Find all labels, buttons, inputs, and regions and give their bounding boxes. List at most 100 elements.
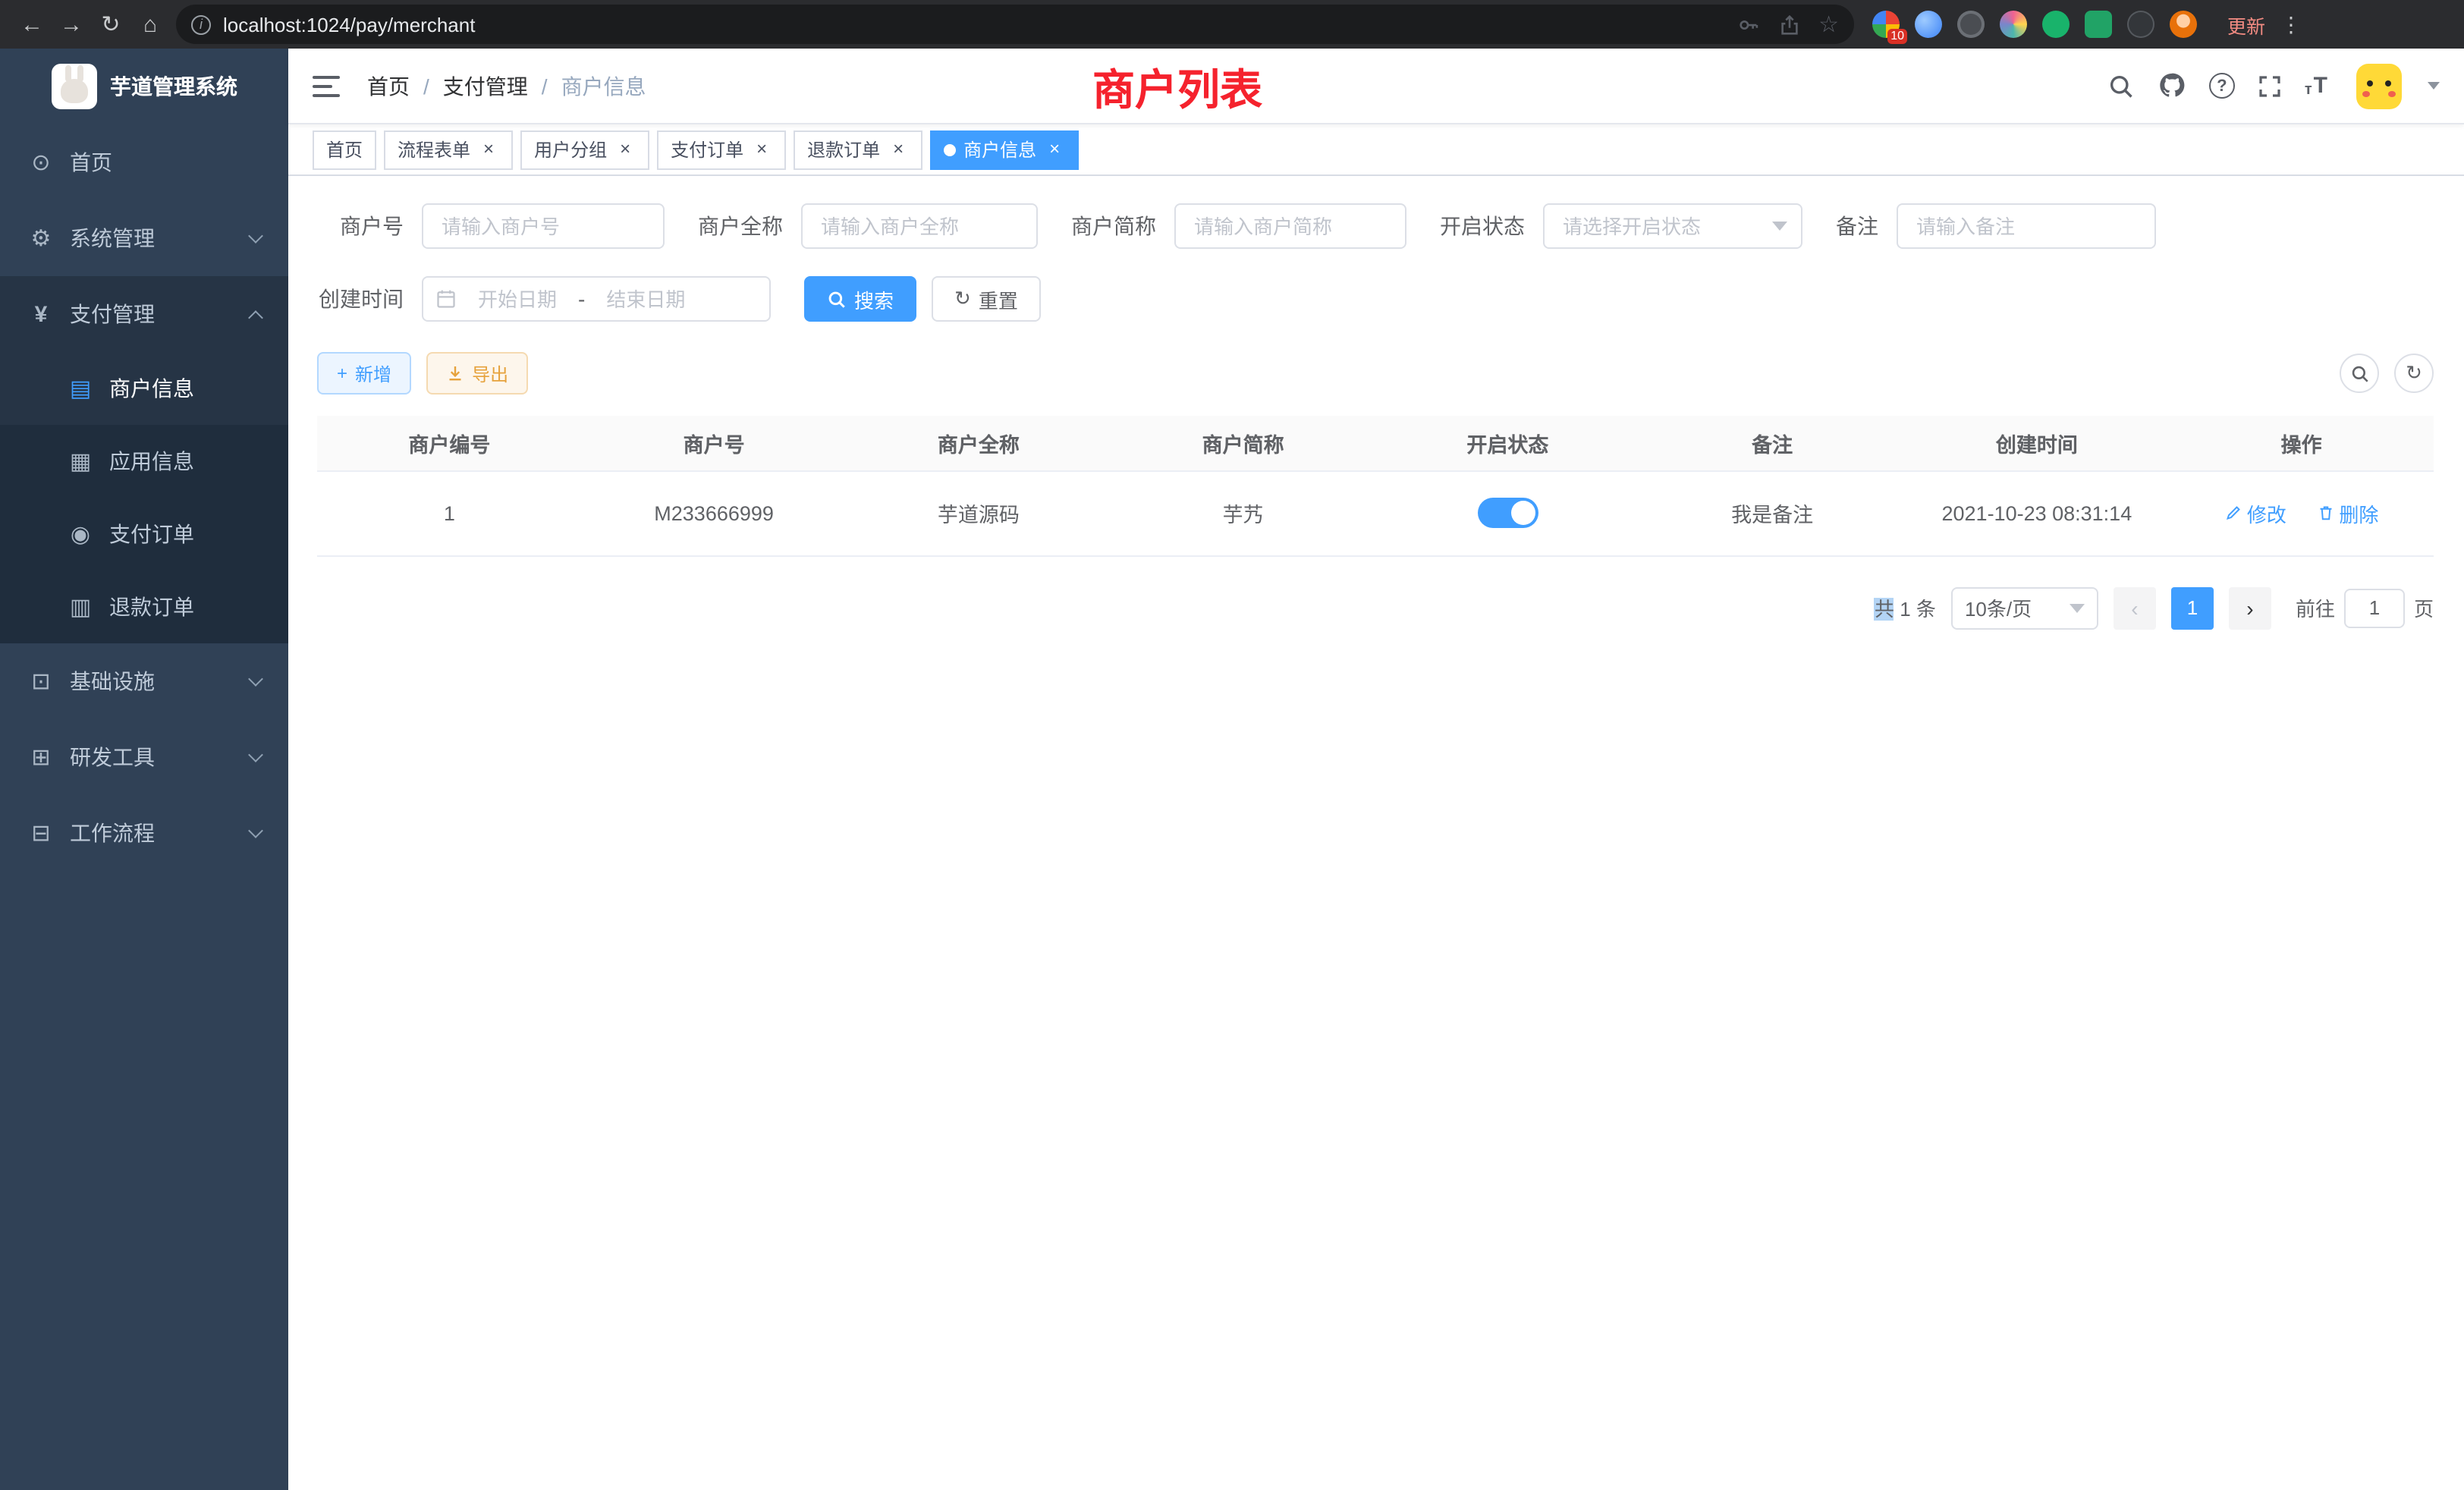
tab-label: 支付订单 <box>671 137 743 162</box>
tab-pay-order[interactable]: 支付订单 × <box>657 130 786 169</box>
tab-home[interactable]: 首页 <box>313 130 376 169</box>
close-icon[interactable]: × <box>478 139 499 160</box>
extension-dark-icon[interactable] <box>1957 11 1985 38</box>
password-key-icon[interactable] <box>1736 13 1759 36</box>
extension-pinwheel-icon[interactable] <box>2127 11 2154 38</box>
merchant-card-icon: ▤ <box>67 375 94 402</box>
page-number-1[interactable]: 1 <box>2171 586 2214 629</box>
fullscreen-icon[interactable] <box>2258 74 2282 98</box>
status-toggle[interactable] <box>1477 498 1538 528</box>
extension-colorful-icon[interactable]: 10 <box>1872 11 1900 38</box>
share-icon[interactable] <box>1777 13 1800 36</box>
sidebar-toggle-icon[interactable] <box>313 75 340 96</box>
browser-toolbar: ← → ↻ ⌂ i localhost:1024/pay/merchant ☆ … <box>0 0 2464 49</box>
app-logo[interactable]: 芋道管理系统 <box>0 49 288 124</box>
col-short-name: 商户简称 <box>1111 416 1375 470</box>
full-name-input[interactable] <box>801 203 1038 249</box>
page-size-select[interactable]: 10条/页 <box>1951 586 2098 629</box>
search-icon[interactable] <box>2107 72 2135 99</box>
merchant-no-input[interactable] <box>422 203 665 249</box>
sidebar-item-system[interactable]: ⚙ 系统管理 <box>0 200 288 276</box>
pay-order-icon: ◉ <box>67 520 94 548</box>
chevron-down-icon <box>248 823 263 838</box>
sidebar-item-refund-order[interactable]: ▥ 退款订单 <box>0 571 288 643</box>
sidebar-item-label: 首页 <box>70 147 112 178</box>
sidebar-item-infrastructure[interactable]: ⊡ 基础设施 <box>0 643 288 719</box>
profile-avatar-icon[interactable] <box>2170 11 2197 38</box>
prev-page-button[interactable]: ‹ <box>2114 586 2156 629</box>
tab-process-form[interactable]: 流程表单 × <box>384 130 513 169</box>
help-icon[interactable]: ? <box>2209 73 2235 99</box>
reset-button-label: 重置 <box>979 284 1018 313</box>
github-icon[interactable] <box>2158 71 2186 100</box>
remark-input[interactable] <box>1897 203 2156 249</box>
cell-merchant-id: 1 <box>317 470 582 555</box>
chrome-update-button[interactable]: 更新 <box>2215 5 2277 43</box>
refund-doc-icon: ▥ <box>67 593 94 621</box>
address-bar[interactable]: i localhost:1024/pay/merchant ☆ <box>176 5 1854 44</box>
delete-link[interactable]: 删除 <box>2316 498 2378 527</box>
browser-menu-dots-icon[interactable]: ⋮ <box>2280 11 2302 37</box>
extension-green-arrow-icon[interactable] <box>2042 11 2070 38</box>
next-page-button[interactable]: › <box>2229 586 2271 629</box>
sidebar-item-app-info[interactable]: ▦ 应用信息 <box>0 425 288 498</box>
edit-link[interactable]: 修改 <box>2224 498 2286 527</box>
start-date-input[interactable] <box>463 288 572 310</box>
search-icon <box>827 289 847 309</box>
search-button[interactable]: 搜索 <box>804 276 916 322</box>
toggle-search-icon[interactable] <box>2340 354 2379 393</box>
rabbit-logo-icon <box>51 64 96 109</box>
sidebar-item-home[interactable]: ⊙ 首页 <box>0 124 288 200</box>
font-size-icon[interactable]: тT <box>2305 73 2327 99</box>
close-icon[interactable]: × <box>751 139 772 160</box>
sidebar-item-merchant-info[interactable]: ▤ 商户信息 <box>0 352 288 425</box>
goto-page: 前往 页 <box>2296 588 2434 627</box>
app-grid-icon: ▦ <box>67 448 94 475</box>
browser-forward-icon[interactable]: → <box>52 5 91 44</box>
breadcrumb-separator: / <box>423 74 429 98</box>
reset-button[interactable]: ↻ 重置 <box>932 276 1041 322</box>
col-merchant-id: 商户编号 <box>317 416 582 470</box>
cell-full-name: 芋道源码 <box>847 470 1111 555</box>
sidebar-item-payment[interactable]: ¥ 支付管理 <box>0 276 288 352</box>
total-text: 共 1 条 <box>1875 593 1936 622</box>
calendar-icon <box>435 288 457 310</box>
browser-back-icon[interactable]: ← <box>12 5 52 44</box>
end-date-input[interactable] <box>591 288 700 310</box>
avatar-caret-icon[interactable] <box>2428 82 2440 90</box>
search-form: 商户号 商户全称 商户简称 开启状态 <box>288 176 2464 349</box>
status-select[interactable] <box>1543 203 1802 249</box>
chevron-up-icon <box>248 310 263 325</box>
sidebar-item-label: 支付管理 <box>70 299 155 329</box>
extension-rainbow-icon[interactable] <box>2000 11 2027 38</box>
add-button[interactable]: + 新增 <box>317 352 411 395</box>
cell-remark: 我是备注 <box>1640 470 1905 555</box>
close-icon[interactable]: × <box>888 139 909 160</box>
create-time-range-picker[interactable]: - <box>422 276 771 322</box>
refresh-table-icon[interactable]: ↻ <box>2394 354 2434 393</box>
export-button[interactable]: 导出 <box>426 352 528 395</box>
short-name-input[interactable] <box>1174 203 1406 249</box>
tab-user-group[interactable]: 用户分组 × <box>520 130 649 169</box>
tab-merchant-info[interactable]: 商户信息 × <box>930 130 1079 169</box>
sidebar-item-workflow[interactable]: ⊟ 工作流程 <box>0 795 288 871</box>
goto-page-input[interactable] <box>2344 588 2405 627</box>
site-info-icon[interactable]: i <box>191 14 211 34</box>
user-avatar[interactable] <box>2356 63 2402 108</box>
extension-drop-icon[interactable] <box>1915 11 1942 38</box>
bookmark-star-icon[interactable]: ☆ <box>1818 11 1839 38</box>
close-icon[interactable]: × <box>614 139 636 160</box>
breadcrumb-home[interactable]: 首页 <box>367 71 410 101</box>
url-text[interactable]: localhost:1024/pay/merchant <box>223 13 1736 36</box>
sidebar-item-devtools[interactable]: ⊞ 研发工具 <box>0 719 288 795</box>
sidebar-item-pay-order[interactable]: ◉ 支付订单 <box>0 498 288 571</box>
tab-refund-order[interactable]: 退款订单 × <box>794 130 922 169</box>
close-icon[interactable]: × <box>1044 139 1065 160</box>
browser-home-icon[interactable]: ⌂ <box>130 5 170 44</box>
status-select-input[interactable] <box>1543 203 1802 249</box>
browser-reload-icon[interactable]: ↻ <box>91 5 130 44</box>
red-annotation-label: 商户列表 <box>1092 58 1262 118</box>
extension-notes-icon[interactable] <box>2085 11 2112 38</box>
breadcrumb-payment[interactable]: 支付管理 <box>443 71 528 101</box>
col-create-time: 创建时间 <box>1905 416 2170 470</box>
